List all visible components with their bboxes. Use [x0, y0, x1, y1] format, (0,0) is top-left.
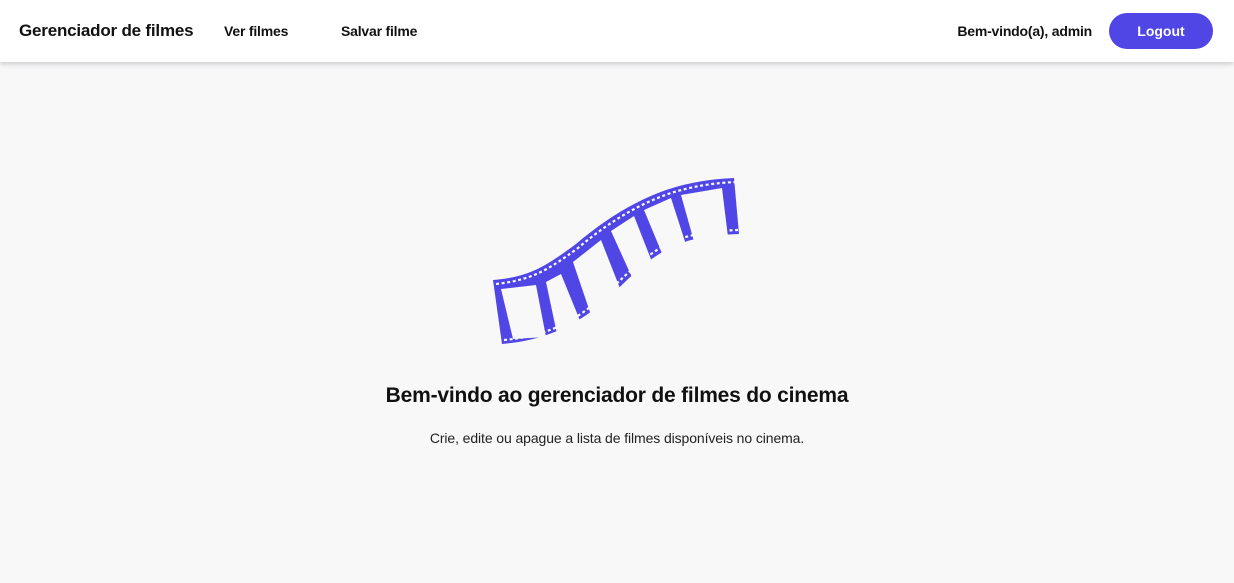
- hero-section: Bem-vindo ao gerenciador de filmes do ci…: [0, 62, 1234, 583]
- hero-title: Bem-vindo ao gerenciador de filmes do ci…: [385, 384, 849, 407]
- nav-link-ver-filmes[interactable]: Ver filmes: [224, 23, 288, 39]
- film-strip-icon: [493, 178, 739, 344]
- welcome-user-text: Bem-vindo(a), admin: [957, 23, 1092, 39]
- brand-title[interactable]: Gerenciador de filmes: [19, 21, 194, 41]
- top-navbar: Gerenciador de filmes Ver filmes Salvar …: [0, 0, 1234, 62]
- nav-link-salvar-filme[interactable]: Salvar filme: [341, 23, 417, 39]
- hero-subtitle: Crie, edite ou apague a lista de filmes …: [429, 430, 805, 446]
- logout-button[interactable]: Logout: [1109, 13, 1213, 49]
